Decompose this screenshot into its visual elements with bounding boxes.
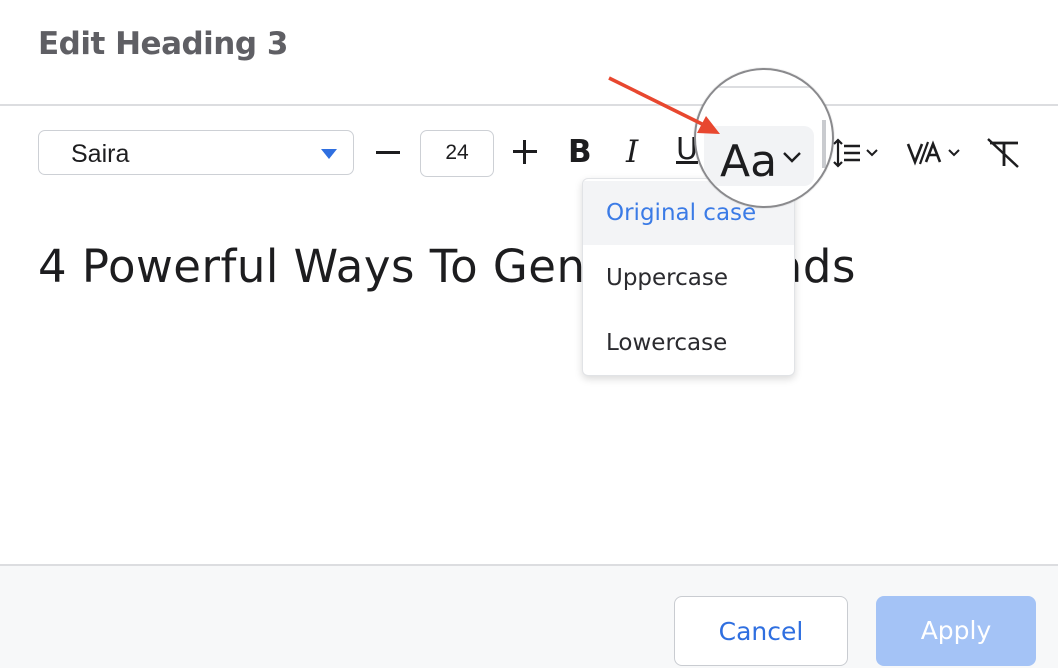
header-divider — [0, 104, 1058, 106]
zoom-callout: Aa — [694, 68, 834, 208]
font-family-value: Saira — [71, 140, 130, 168]
chevron-down-icon — [783, 152, 801, 163]
letter-spacing-icon[interactable] — [906, 136, 968, 170]
decrease-size-button[interactable] — [376, 151, 400, 154]
font-family-select[interactable]: Saira — [38, 130, 354, 175]
text-case-button[interactable]: Aa — [720, 136, 777, 187]
clear-formatting-icon[interactable] — [984, 136, 1024, 170]
case-option-lowercase[interactable]: Lowercase — [583, 311, 794, 375]
italic-button[interactable]: I — [626, 134, 638, 170]
bold-button[interactable]: B — [568, 134, 592, 170]
caret-down-icon — [321, 149, 337, 159]
increase-size-button[interactable] — [513, 140, 537, 164]
apply-button[interactable]: Apply — [876, 596, 1036, 666]
line-height-icon[interactable] — [830, 136, 884, 170]
font-size-input[interactable]: 24 — [420, 130, 494, 177]
dialog-title: Edit Heading 3 — [38, 26, 288, 62]
cancel-button[interactable]: Cancel — [674, 596, 848, 666]
case-option-uppercase[interactable]: Uppercase — [583, 246, 794, 310]
